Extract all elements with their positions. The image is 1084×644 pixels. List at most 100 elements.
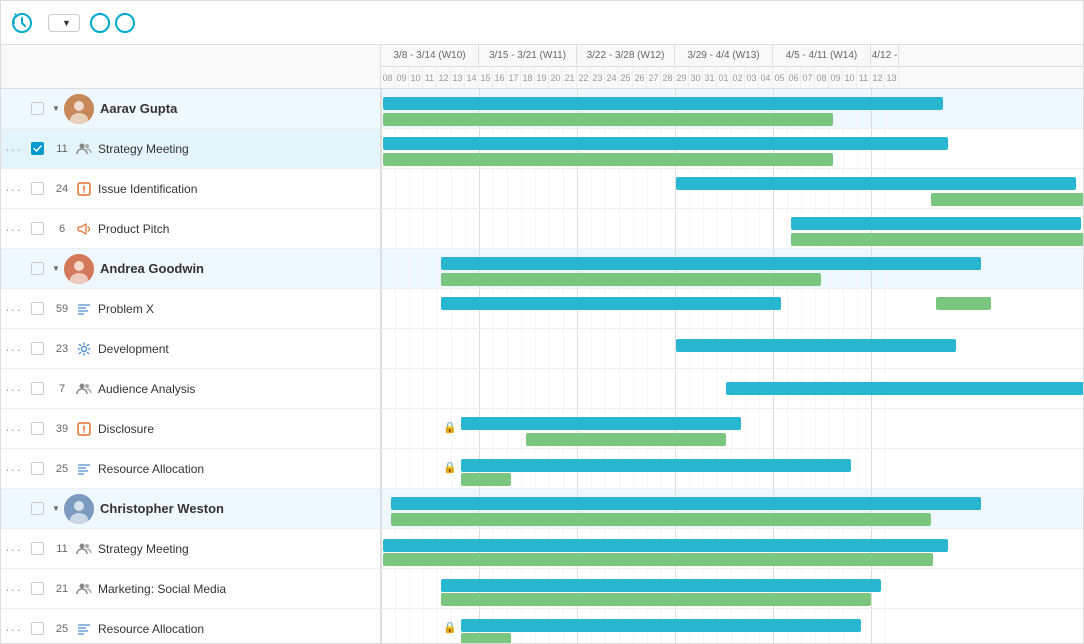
row-checkbox[interactable] (26, 582, 48, 595)
grid-line (409, 249, 410, 288)
reschedule-button[interactable] (11, 12, 38, 34)
row-menu-dots[interactable]: ··· (1, 581, 26, 597)
day-header-3-2: 31 (703, 67, 717, 89)
collapse-button[interactable]: ▼ (48, 504, 64, 513)
gantt-bar-1[interactable] (383, 153, 833, 166)
row-checkbox[interactable] (26, 542, 48, 555)
grid-line (381, 529, 382, 568)
checkbox[interactable] (31, 382, 44, 395)
gantt-bar-0[interactable] (461, 459, 851, 472)
task-row[interactable]: ···25Resource Allocation (1, 609, 380, 643)
row-menu-dots[interactable]: ··· (1, 341, 26, 357)
row-checkbox[interactable] (26, 182, 48, 195)
gantt-bar-0[interactable] (791, 217, 1081, 230)
day-header-1-4: 19 (535, 67, 549, 89)
task-row[interactable]: ···25Resource Allocation (1, 449, 380, 489)
gantt-bar-1[interactable] (931, 193, 1083, 206)
row-menu-dots[interactable]: ··· (1, 621, 26, 637)
grid-line (633, 209, 634, 248)
row-menu-dots[interactable]: ··· (1, 181, 26, 197)
gantt-bar-1[interactable] (526, 433, 726, 446)
row-checkbox[interactable] (26, 422, 48, 435)
task-row[interactable]: ···23Development (1, 329, 380, 369)
gantt-bar-1[interactable] (936, 297, 991, 310)
person-row[interactable]: ▼ Aarav Gupta (1, 89, 380, 129)
person-row[interactable]: ▼ Andrea Goodwin (1, 249, 380, 289)
view-select[interactable]: ▼ (48, 14, 80, 32)
grid-line (381, 449, 382, 488)
gantt-bar-0[interactable] (461, 417, 741, 430)
task-row[interactable]: ···11Strategy Meeting (1, 529, 380, 569)
gantt-bar-1[interactable] (791, 233, 1083, 246)
people-icon (76, 381, 92, 397)
checkbox[interactable] (31, 542, 44, 555)
gantt-bar-0[interactable] (676, 177, 1076, 190)
checkbox[interactable] (31, 262, 44, 275)
zoom-plus-button[interactable] (115, 13, 135, 33)
checkbox[interactable] (31, 302, 44, 315)
grid-line (381, 609, 382, 643)
task-row[interactable]: ···11Strategy Meeting (1, 129, 380, 169)
gantt-bar-1[interactable] (391, 513, 931, 526)
row-menu-dots[interactable]: ··· (1, 301, 26, 317)
gantt-bar-0[interactable] (726, 382, 1083, 395)
checkbox[interactable] (31, 622, 44, 635)
row-menu-dots[interactable]: ··· (1, 141, 26, 157)
collapse-button[interactable]: ▼ (48, 264, 64, 273)
grid-line (423, 569, 424, 608)
checkbox[interactable] (31, 462, 44, 475)
gantt-bar-1[interactable] (441, 273, 821, 286)
task-row[interactable]: ···7Audience Analysis (1, 369, 380, 409)
gantt-bar-1[interactable] (383, 553, 933, 566)
checkbox[interactable] (31, 502, 44, 515)
gantt-bar-0[interactable] (441, 297, 781, 310)
gantt-bar-0[interactable] (441, 257, 981, 270)
row-checkbox[interactable] (26, 502, 48, 515)
gantt-row (381, 569, 1083, 609)
gantt-bar-0[interactable] (676, 339, 956, 352)
row-checkbox[interactable] (26, 622, 48, 635)
checkbox[interactable] (31, 182, 44, 195)
row-checkbox[interactable] (26, 102, 48, 115)
gantt-bar-0[interactable] (383, 539, 948, 552)
gantt-bar-0[interactable] (383, 97, 943, 110)
row-menu-dots[interactable]: ··· (1, 221, 26, 237)
row-checkbox[interactable] (26, 342, 48, 355)
gantt-bar-0[interactable] (391, 497, 981, 510)
task-row[interactable]: ···59Problem X (1, 289, 380, 329)
task-row[interactable]: ···21Marketing: Social Media (1, 569, 380, 609)
row-checkbox[interactable] (26, 302, 48, 315)
checkbox[interactable] (31, 342, 44, 355)
task-row[interactable]: ···6Product Pitch (1, 209, 380, 249)
row-menu-dots[interactable]: ··· (1, 381, 26, 397)
task-row[interactable]: ···39Disclosure (1, 409, 380, 449)
row-menu-dots[interactable]: ··· (1, 541, 26, 557)
checkbox[interactable] (31, 102, 44, 115)
gantt-bar-1[interactable] (461, 473, 511, 486)
grid-line (437, 609, 438, 643)
gantt-bar-1[interactable] (383, 113, 833, 126)
gantt-bar-0[interactable] (441, 579, 881, 592)
row-menu-dots[interactable]: ··· (1, 461, 26, 477)
gantt-bar-0[interactable] (383, 137, 948, 150)
task-row[interactable]: ···24Issue Identification (1, 169, 380, 209)
person-row[interactable]: ▼ Christopher Weston (1, 489, 380, 529)
checkbox[interactable] (31, 222, 44, 235)
grid-line (409, 569, 410, 608)
chevron-down-icon: ▼ (62, 18, 71, 28)
collapse-button[interactable]: ▼ (48, 104, 64, 113)
row-checkbox[interactable] (26, 262, 48, 275)
zoom-minus-button[interactable] (90, 13, 110, 33)
row-checkbox[interactable] (26, 382, 48, 395)
checkbox[interactable] (31, 582, 44, 595)
gantt-bar-1[interactable] (441, 593, 871, 606)
grid-line (829, 289, 830, 328)
row-checkbox[interactable] (26, 222, 48, 235)
gantt-bar-1[interactable] (461, 633, 511, 643)
checkbox[interactable] (31, 422, 44, 435)
row-checkbox[interactable] (26, 462, 48, 475)
row-checkbox[interactable] (26, 142, 48, 155)
checkbox[interactable] (31, 142, 44, 155)
gantt-bar-0[interactable] (461, 619, 861, 632)
row-menu-dots[interactable]: ··· (1, 421, 26, 437)
